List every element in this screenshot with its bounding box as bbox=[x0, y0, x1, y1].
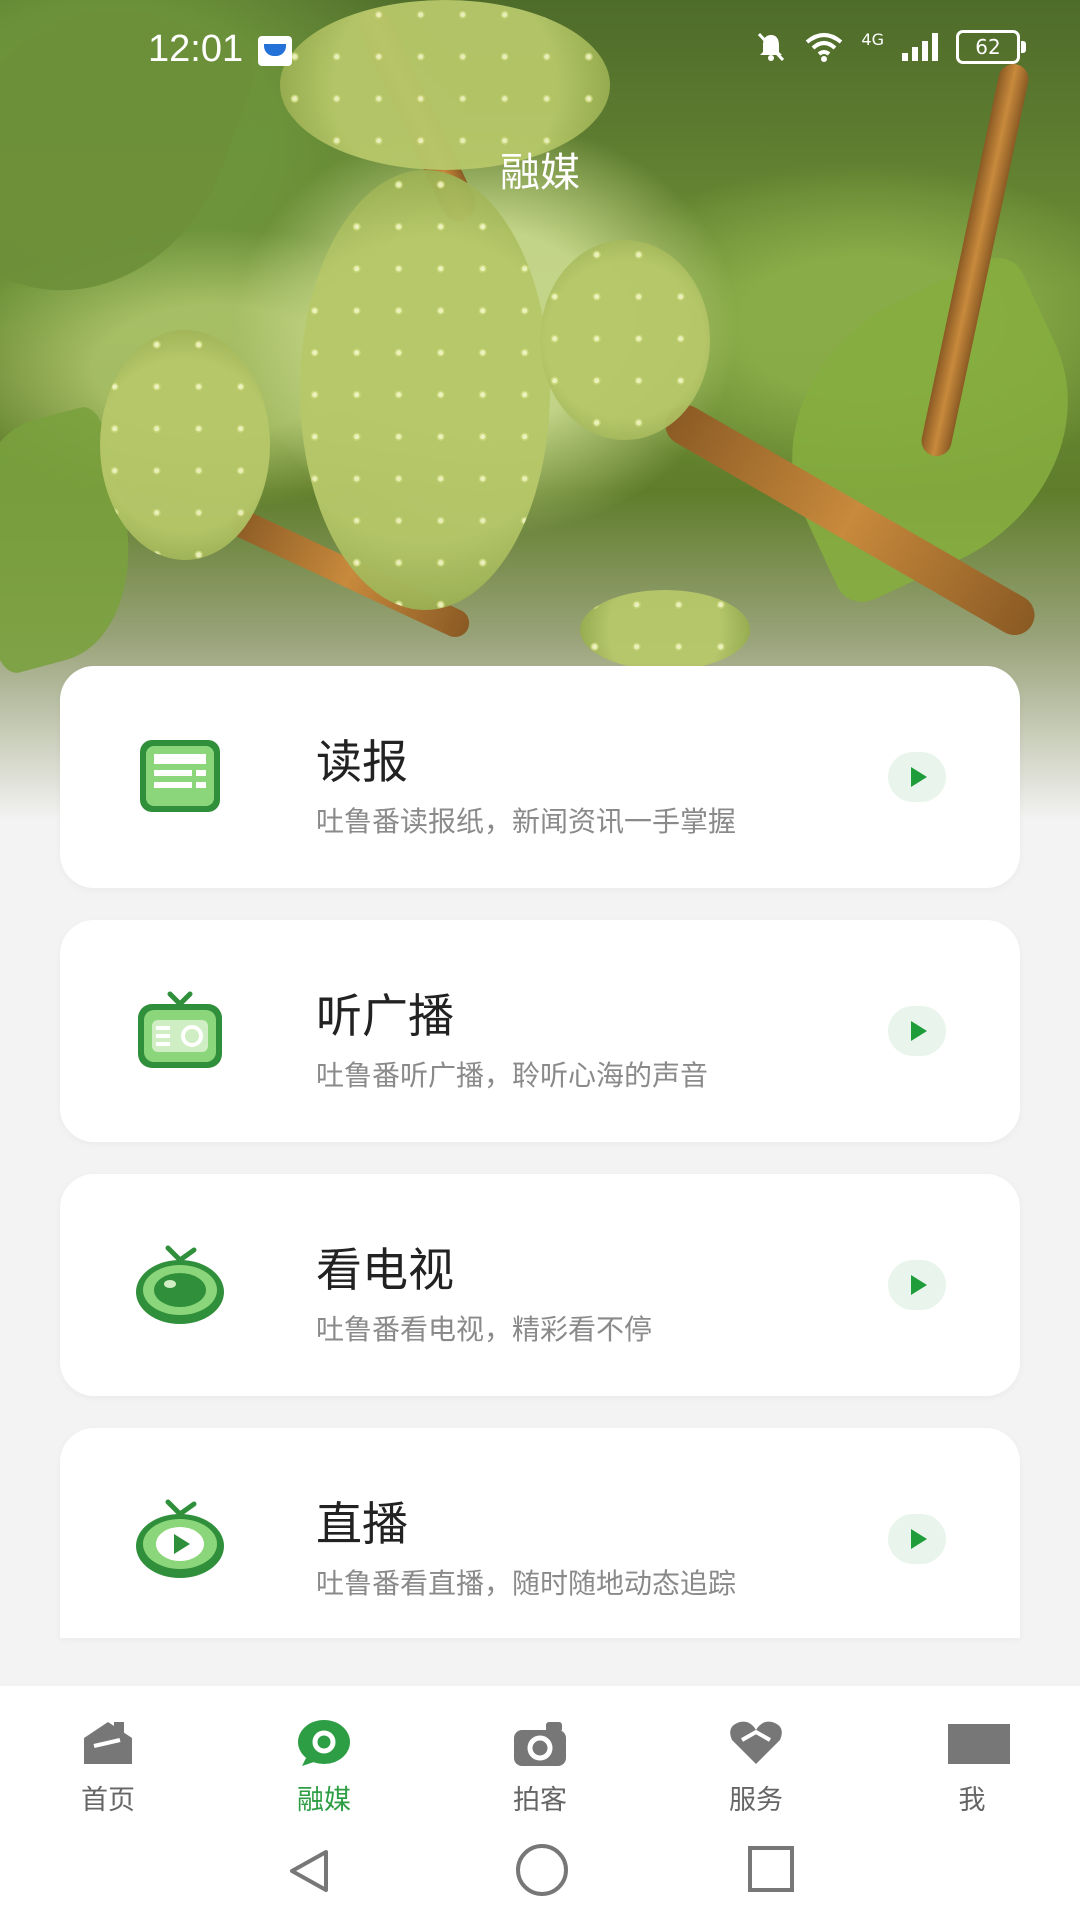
grape-cluster bbox=[580, 590, 750, 670]
nav-item-profile[interactable]: 我 bbox=[864, 1686, 1080, 1836]
system-nav-bar bbox=[0, 1820, 1080, 1920]
nav-item-service[interactable]: 服务 bbox=[648, 1686, 864, 1836]
card-title: 读报 bbox=[316, 735, 408, 789]
status-icons: 4G 62 bbox=[755, 30, 1026, 64]
nav-label: 融媒 bbox=[297, 1785, 351, 1816]
nav-label: 首页 bbox=[81, 1785, 135, 1816]
notification-app-icon bbox=[258, 36, 292, 66]
profile-icon bbox=[948, 1724, 1010, 1764]
back-icon[interactable] bbox=[286, 1848, 332, 1894]
mute-bell-icon bbox=[758, 32, 785, 62]
card-subtitle: 吐鲁番看电视，精彩看不停 bbox=[316, 1313, 653, 1346]
wifi-icon bbox=[806, 33, 843, 62]
card-title: 听广播 bbox=[316, 989, 454, 1043]
media-icon bbox=[298, 1720, 350, 1766]
recent-apps-icon[interactable] bbox=[748, 1846, 794, 1892]
nav-label: 拍客 bbox=[513, 1785, 567, 1816]
card-title: 直播 bbox=[316, 1497, 408, 1551]
card-subtitle: 吐鲁番看直播，随时随地动态追踪 bbox=[316, 1567, 737, 1600]
play-arrow-button[interactable] bbox=[888, 1006, 946, 1056]
grape-cluster bbox=[100, 330, 270, 560]
nav-item-home[interactable]: 首页 bbox=[0, 1686, 216, 1836]
nav-label: 服务 bbox=[729, 1785, 783, 1816]
card-read-newspaper[interactable]: 读报 吐鲁番读报纸，新闻资讯一手掌握 bbox=[60, 666, 1020, 888]
status-bar: 12:01 4G 62 bbox=[0, 0, 1080, 100]
nav-item-media[interactable]: 融媒 bbox=[216, 1686, 432, 1836]
card-watch-tv[interactable]: 看电视 吐鲁番看电视，精彩看不停 bbox=[60, 1174, 1020, 1396]
radio-icon bbox=[138, 991, 222, 1068]
play-arrow-button[interactable] bbox=[888, 1514, 946, 1564]
status-time: 12:01 bbox=[148, 28, 244, 70]
service-icon bbox=[730, 1721, 782, 1764]
camera-icon bbox=[514, 1722, 566, 1766]
play-arrow-button[interactable] bbox=[888, 752, 946, 802]
home-circle-icon[interactable] bbox=[516, 1844, 568, 1896]
card-live-stream[interactable]: 直播 吐鲁番看直播，随时随地动态追踪 bbox=[60, 1428, 1020, 1638]
battery-icon: 62 bbox=[956, 30, 1026, 64]
grape-cluster bbox=[540, 240, 710, 440]
page-title: 融媒 bbox=[500, 150, 580, 196]
battery-level: 62 bbox=[975, 35, 1001, 59]
play-arrow-button[interactable] bbox=[888, 1260, 946, 1310]
card-subtitle: 吐鲁番听广播，聆听心海的声音 bbox=[316, 1059, 709, 1092]
card-listen-radio[interactable]: 听广播 吐鲁番听广播，聆听心海的声音 bbox=[60, 920, 1020, 1142]
bottom-nav: 首页 融媒 拍客 服务 我 bbox=[0, 1686, 1080, 1836]
newspaper-icon bbox=[140, 740, 220, 812]
network-type: 4G bbox=[861, 30, 884, 49]
signal-icon bbox=[902, 33, 938, 61]
home-icon bbox=[84, 1722, 132, 1764]
live-icon bbox=[136, 1499, 224, 1578]
tv-icon bbox=[136, 1245, 224, 1324]
nav-label: 我 bbox=[958, 1785, 986, 1816]
card-title: 看电视 bbox=[316, 1243, 454, 1297]
media-card-list: 读报 吐鲁番读报纸，新闻资讯一手掌握 听广播 吐鲁番听广播，聆听心海的声音 看电… bbox=[60, 666, 1020, 1638]
card-subtitle: 吐鲁番读报纸，新闻资讯一手掌握 bbox=[316, 805, 737, 838]
nav-item-camera[interactable]: 拍客 bbox=[432, 1686, 648, 1836]
grape-cluster bbox=[300, 170, 550, 610]
